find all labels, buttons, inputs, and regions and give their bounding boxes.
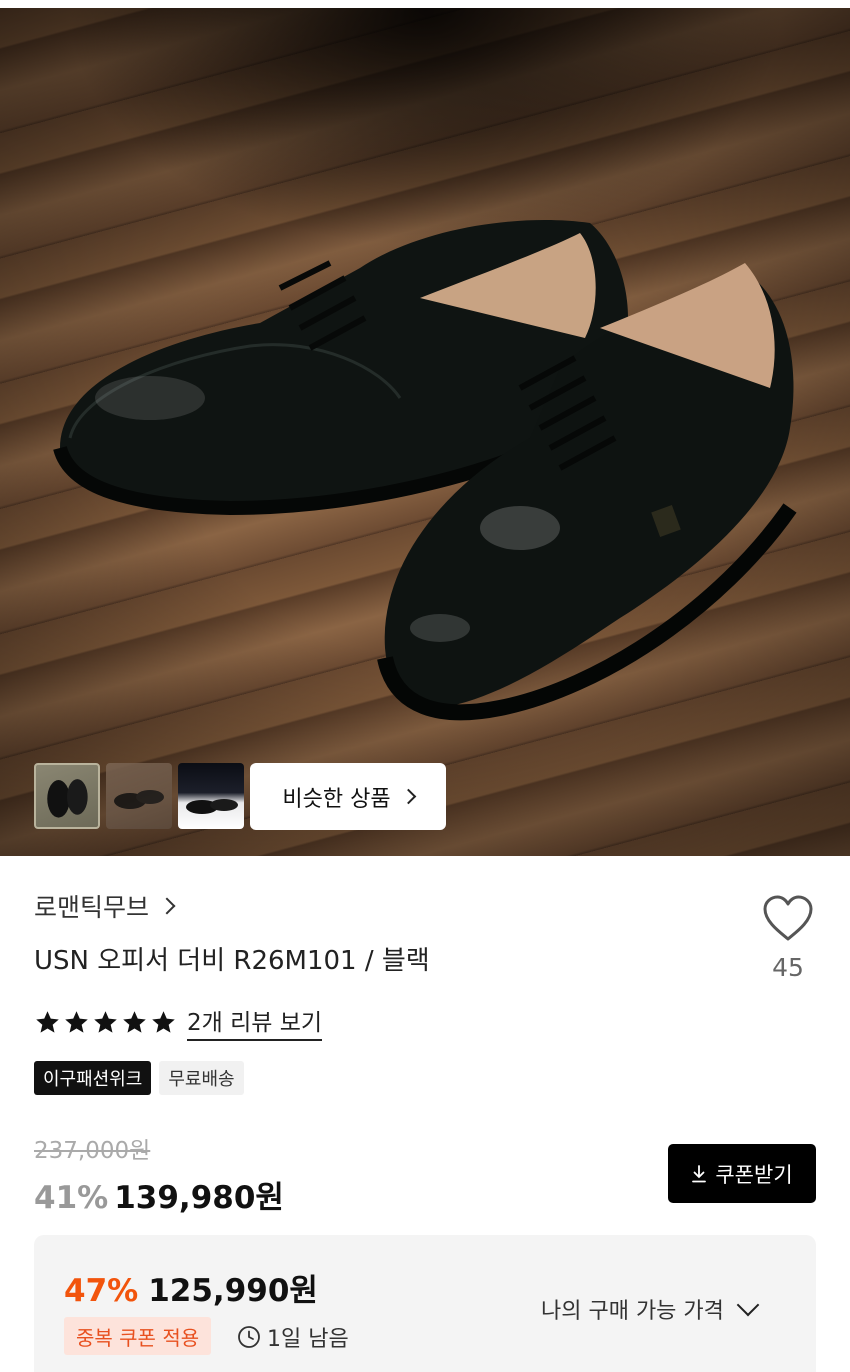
price-row: 41% 139,980원 (34, 1172, 284, 1217)
product-title: USN 오피서 더비 R26M101 / 블랙 (34, 946, 430, 976)
download-icon (692, 1164, 707, 1182)
star-rating (34, 1009, 177, 1036)
brand-link[interactable]: 로맨틱무브 (34, 888, 176, 924)
sale-price: 139,980원 (114, 1180, 284, 1216)
best-price-row: 47% 125,990원 (64, 1265, 318, 1310)
my-price-label: 나의 구매 가능 가격 (541, 1299, 724, 1324)
like-button[interactable]: 45 (758, 893, 818, 982)
chevron-down-icon (736, 1293, 760, 1317)
tag-event: 이구패션위크 (34, 1061, 152, 1095)
similar-products-label: 비슷한 상품 (282, 786, 391, 812)
best-discount-rate: 47% (64, 1273, 139, 1309)
clock-icon (238, 1326, 260, 1348)
star-icon (152, 1010, 175, 1033)
thumbnail-1[interactable] (34, 763, 100, 829)
star-icon (36, 1010, 59, 1033)
time-left-label: 1일 남음 (267, 1327, 349, 1352)
original-price: 237,000원 (34, 1138, 151, 1164)
best-price-box[interactable]: 47% 125,990원 중복 쿠폰 적용 1일 남음 나의 구매 가능 가격 (34, 1235, 816, 1372)
best-price: 125,990원 (148, 1273, 318, 1309)
rating-row: 2개 리뷰 보기 (34, 1003, 323, 1041)
discount-rate: 41% (34, 1180, 109, 1216)
tag-free-shipping: 무료배송 (159, 1061, 244, 1095)
my-price-toggle[interactable]: 나의 구매 가능 가격 (541, 1293, 760, 1325)
chevron-right-icon (158, 897, 176, 915)
heart-icon (763, 895, 813, 941)
star-icon (94, 1010, 117, 1033)
thumbnail-3[interactable] (178, 763, 244, 829)
thumbnail-strip (34, 763, 244, 829)
get-coupon-button[interactable]: 쿠폰받기 (668, 1144, 816, 1203)
get-coupon-label: 쿠폰받기 (715, 1162, 793, 1187)
review-link[interactable]: 2개 리뷰 보기 (187, 1003, 323, 1041)
thumbnail-2[interactable] (106, 763, 172, 829)
star-icon (123, 1010, 146, 1033)
brand-name: 로맨틱무브 (34, 893, 150, 922)
stacked-coupon-badge: 중복 쿠폰 적용 (64, 1317, 212, 1355)
time-left: 1일 남음 (237, 1321, 349, 1353)
chevron-right-icon (400, 788, 416, 805)
like-count: 45 (772, 953, 804, 982)
similar-products-button[interactable]: 비슷한 상품 (250, 763, 446, 830)
product-tags: 이구패션위크 무료배송 (34, 1061, 244, 1095)
product-photo-shoes (53, 220, 797, 721)
product-image[interactable]: 비슷한 상품 (0, 8, 850, 856)
star-icon (65, 1010, 88, 1033)
